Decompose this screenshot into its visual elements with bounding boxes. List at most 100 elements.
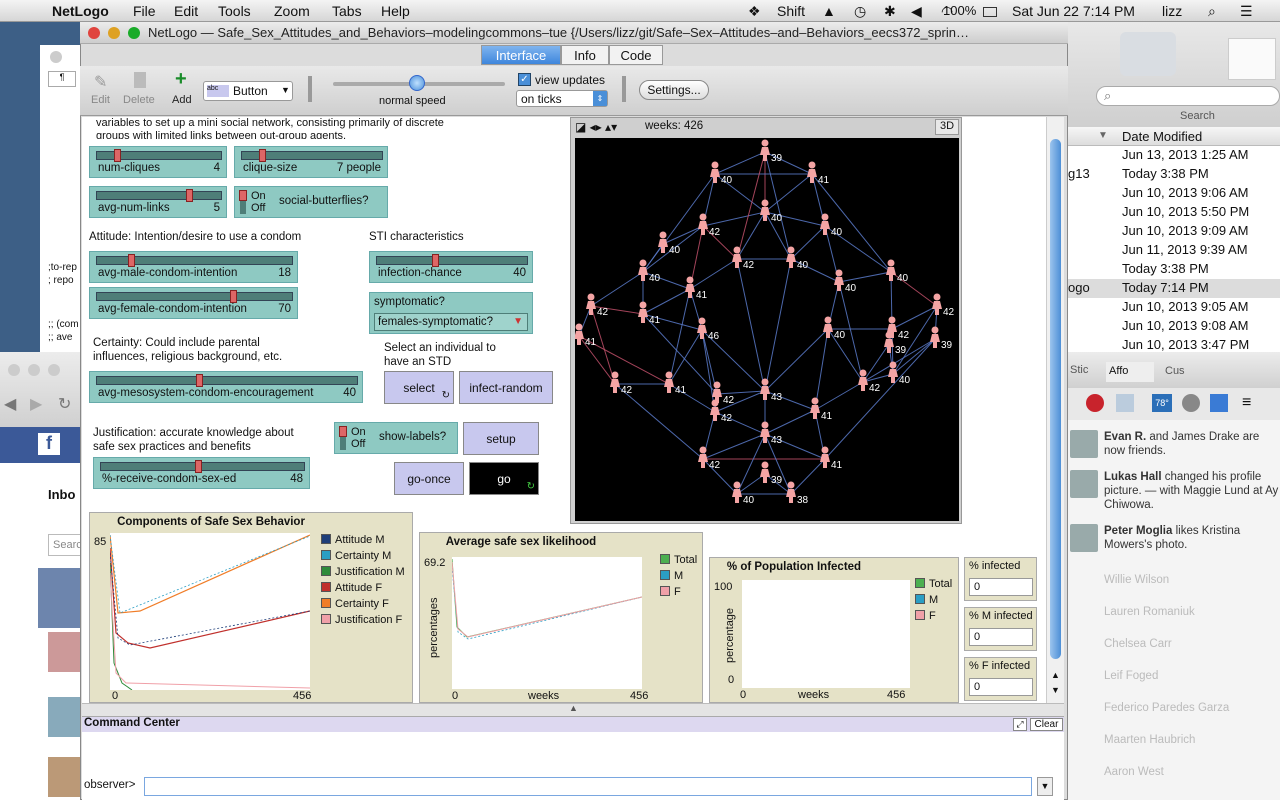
weather-icon[interactable]: 78° (1152, 394, 1172, 412)
slider-clique-size[interactable]: clique-size 7 people (234, 146, 388, 178)
battery-icon[interactable] (983, 7, 997, 17)
switch-social-butterflies[interactable]: On Off social-butterflies? (234, 186, 388, 218)
finder-row[interactable]: Jun 11, 2013 9:39 AM (1068, 241, 1280, 260)
photo-thumbnail[interactable] (48, 757, 82, 797)
menu-app-name[interactable]: NetLogo (52, 3, 109, 19)
finder-row[interactable]: Jun 10, 2013 9:05 AM (1068, 298, 1280, 317)
chat-friend[interactable]: Willie Wilson (1104, 574, 1169, 586)
go-once-button[interactable]: go-once (394, 462, 464, 495)
slider-track[interactable] (96, 376, 358, 385)
finder-column-header[interactable]: ▼ Date Modified (1068, 127, 1280, 146)
chooser-symptomatic[interactable]: symptomatic? females-symptomatic? ▼ (369, 292, 533, 334)
window-close-icon[interactable] (50, 51, 62, 63)
photo-thumbnail[interactable] (48, 632, 82, 672)
slider-num-cliques[interactable]: num-cliques 4 (89, 146, 227, 178)
slider-knob[interactable] (195, 460, 202, 473)
finder-search-input[interactable] (1096, 86, 1280, 106)
pane-splitter[interactable]: ▲ (82, 703, 1064, 716)
finder-row-selected[interactable]: ogo Today 7:14 PM (1068, 279, 1280, 298)
observer-prompt[interactable]: observer> (84, 779, 135, 791)
spotlight-icon[interactable]: ⌕ (1208, 3, 1216, 20)
slider-infection-chance[interactable]: infection-chance 40 (369, 251, 533, 283)
view-controls-icon[interactable]: ◪ ◂▸ ▴▾ (575, 120, 617, 134)
chat-friend[interactable]: Lauren Romaniuk (1104, 606, 1195, 618)
photo-thumbnail[interactable] (38, 568, 82, 628)
slider-knob[interactable] (186, 189, 193, 202)
finder-row[interactable]: Jun 10, 2013 9:06 AM (1068, 184, 1280, 203)
3d-button[interactable]: 3D (935, 119, 959, 135)
finder-row[interactable]: g13 Today 3:38 PM (1068, 165, 1280, 184)
scrollbar-thumb[interactable] (1050, 139, 1061, 659)
view-updates-checkbox[interactable]: ✓ (518, 73, 531, 86)
chat-friend[interactable]: Maarten Haubrich (1104, 734, 1195, 746)
window-close-icon[interactable] (8, 364, 20, 376)
facebook-logo-icon[interactable]: f (38, 433, 60, 455)
tab-code[interactable]: Code (609, 45, 663, 65)
slider-track[interactable] (96, 191, 222, 200)
select-button[interactable]: select ↻ (384, 371, 454, 404)
tab-affo[interactable]: Affo (1106, 362, 1154, 382)
menu-tabs[interactable]: Tabs (332, 3, 362, 19)
chat-friend[interactable]: Aaron West (1104, 766, 1164, 778)
settings-button[interactable]: Settings... (639, 80, 709, 100)
window-zoom-icon[interactable] (48, 364, 60, 376)
network-graph[interactable]: 39 40 41 42 40 40 40 42 40 41 40 40 42 41 46 40 42 42 41 39… (575, 138, 959, 521)
menu-icon[interactable]: ≡ (1242, 394, 1251, 412)
command-center-output[interactable]: observer> ▼ (82, 732, 1064, 800)
delete-button[interactable]: Delete (123, 94, 155, 106)
speed-slider-knob[interactable] (409, 75, 425, 91)
indent-button[interactable]: ¶ (48, 71, 76, 87)
slider-avg-num-links[interactable]: avg-num-links 5 (89, 186, 227, 218)
back-icon[interactable]: ◀ (4, 394, 16, 414)
slider-knob[interactable] (432, 254, 439, 267)
infect-random-button[interactable]: infect-random (459, 371, 553, 404)
finder-row[interactable]: Jun 13, 2013 1:25 AM (1068, 146, 1280, 165)
switch-show-labels[interactable]: On Off show-labels? (334, 422, 458, 454)
slider-knob[interactable] (230, 290, 237, 303)
slider-knob[interactable] (196, 374, 203, 387)
reload-icon[interactable]: ↻ (58, 394, 71, 414)
forward-icon[interactable]: ▶ (30, 394, 42, 414)
download-icon[interactable] (1210, 394, 1228, 412)
command-input[interactable] (144, 777, 1032, 796)
inbox-label[interactable]: Inbo (48, 487, 75, 502)
tab-cus[interactable]: Cus (1162, 362, 1212, 382)
chat-friend[interactable]: Chelsea Carr (1104, 638, 1172, 650)
update-mode-select[interactable]: on ticks ⇕ (516, 90, 608, 107)
chevron-up-icon[interactable]: ▲ (569, 703, 578, 713)
notification-icon[interactable]: ☰ (1240, 3, 1253, 20)
dropbox-icon[interactable]: ❖ (748, 3, 761, 20)
vertical-scrollbar[interactable]: ▲ ▼ (1046, 117, 1064, 703)
tab-info[interactable]: Info (561, 45, 609, 65)
window-minimize-icon[interactable] (108, 27, 120, 39)
pinterest-icon[interactable] (1086, 394, 1104, 412)
time-machine-icon[interactable]: ◷ (854, 3, 866, 20)
extension-icon[interactable] (1182, 394, 1200, 412)
clock[interactable]: Sat Jun 22 7:14 PM (1012, 3, 1135, 19)
window-minimize-icon[interactable] (28, 364, 40, 376)
switch-knob[interactable] (239, 190, 247, 201)
finder-row[interactable]: Jun 10, 2013 5:50 PM (1068, 203, 1280, 222)
switch-knob[interactable] (339, 426, 347, 437)
setup-button[interactable]: setup (463, 422, 539, 455)
edit-button[interactable]: Edit (91, 94, 110, 106)
slider-avg-mesosystem-condom-encouragement[interactable]: avg-mesosystem-condom-encouragement 40 (89, 371, 363, 403)
tab-stic[interactable]: Stic (1070, 364, 1088, 376)
finder-row[interactable]: Jun 10, 2013 9:08 AM (1068, 317, 1280, 336)
slider-track[interactable] (96, 256, 293, 265)
user-name[interactable]: lizz (1162, 3, 1182, 19)
slider-knob[interactable] (128, 254, 135, 267)
scroll-up-icon[interactable]: ▲ (1051, 670, 1060, 680)
finder-row[interactable]: Jun 10, 2013 9:09 AM (1068, 222, 1280, 241)
battery-percent[interactable]: 100% (943, 3, 976, 18)
menu-zoom[interactable]: Zoom (274, 3, 310, 19)
expand-icon[interactable]: ⤢ (1013, 718, 1027, 731)
tab-interface[interactable]: Interface (481, 45, 561, 65)
menu-file[interactable]: File (133, 3, 156, 19)
chooser-value-box[interactable]: females-symptomatic? ▼ (374, 313, 528, 331)
shift-status[interactable]: Shift (777, 3, 805, 19)
go-button[interactable]: go ↻ (469, 462, 539, 495)
photo-thumbnail[interactable] (48, 697, 82, 737)
menu-tools[interactable]: Tools (218, 3, 251, 19)
hat-icon[interactable]: ▲ (822, 3, 836, 19)
